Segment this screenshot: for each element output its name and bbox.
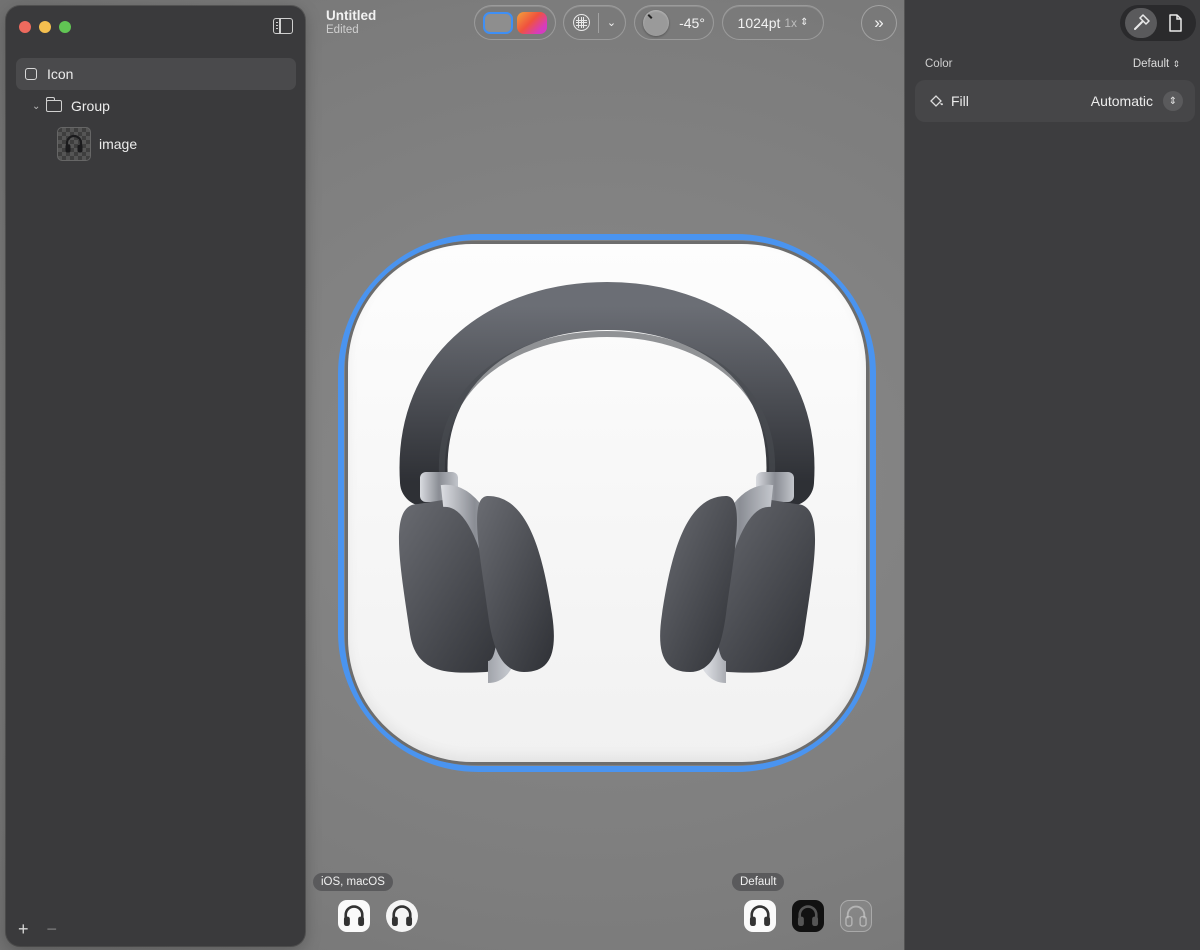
headphones-icon xyxy=(797,905,819,927)
tinted-appearance-button[interactable] xyxy=(517,11,547,34)
tab-appearance[interactable] xyxy=(1125,8,1157,38)
light-appearance-button[interactable] xyxy=(483,11,513,34)
up-down-chevron-icon: ⇕ xyxy=(1172,59,1180,69)
layer-item-group[interactable]: ⌄ Group xyxy=(16,90,296,122)
angle-value: -45° xyxy=(679,14,705,31)
light-angle-control[interactable]: -45° xyxy=(634,5,714,40)
clear-preview[interactable] xyxy=(840,900,872,932)
color-mode-value: Default xyxy=(1132,58,1170,70)
icon-canvas[interactable] xyxy=(338,234,876,772)
headphones-icon xyxy=(65,134,83,153)
ios-preview[interactable] xyxy=(338,900,370,932)
document-icon xyxy=(1169,14,1182,32)
document-status: Edited xyxy=(326,24,359,36)
image-thumbnail xyxy=(57,127,91,161)
size-value: 1024pt xyxy=(737,14,781,31)
paint-bucket-icon xyxy=(930,95,943,107)
dark-preview[interactable] xyxy=(792,900,824,932)
color-section-label: Color xyxy=(925,58,953,70)
add-layer-button[interactable]: + xyxy=(18,919,29,940)
headphones-artwork xyxy=(398,281,816,683)
fill-label: Fill xyxy=(951,93,969,109)
layer-item-icon[interactable]: Icon xyxy=(16,58,296,90)
more-toolbar-button[interactable]: » xyxy=(861,5,897,41)
appearance-chip: Default xyxy=(732,873,785,891)
double-chevron-right-icon: » xyxy=(874,13,884,32)
scale-value: 1x xyxy=(784,15,798,30)
macos-preview[interactable] xyxy=(386,900,418,932)
layer-label: image xyxy=(99,136,138,152)
canvas-size-popup[interactable]: 1024pt 1x ⇕ xyxy=(722,5,824,40)
default-preview[interactable] xyxy=(744,900,776,932)
chevron-down-icon[interactable]: ⌄ xyxy=(32,101,44,112)
rounded-square-icon xyxy=(25,68,37,80)
headphones-icon xyxy=(343,905,365,927)
fill-row: Fill Automatic ⇕ xyxy=(915,80,1195,122)
up-down-chevron-icon: ⇕ xyxy=(1168,95,1178,107)
folder-icon xyxy=(45,97,62,112)
inspector-tabs xyxy=(1120,5,1196,41)
angle-dial-icon[interactable] xyxy=(643,9,670,36)
document-title[interactable]: Untitled xyxy=(326,8,376,23)
divider xyxy=(597,12,599,33)
grid-icon[interactable] xyxy=(572,14,590,31)
platform-chip: iOS, macOS xyxy=(313,873,393,891)
chevron-down-icon[interactable]: ⌄ xyxy=(607,16,616,29)
up-down-chevron-icon: ⇕ xyxy=(800,17,809,28)
window-controls xyxy=(19,21,71,33)
headphones-icon xyxy=(391,905,413,927)
layer-item-image[interactable]: image xyxy=(16,126,296,162)
layer-sidebar: Icon ⌄ Group image + − xyxy=(6,6,305,946)
document-title-block: Untitled Edited xyxy=(326,8,376,36)
fill-stepper[interactable]: ⇕ xyxy=(1163,91,1183,111)
sidebar-toggle-icon[interactable] xyxy=(273,18,293,34)
headphones-icon xyxy=(749,905,771,927)
sidebar-footer: + − xyxy=(18,919,57,940)
headphones-icon xyxy=(845,905,867,927)
zoom-window-button[interactable] xyxy=(59,21,71,33)
appearance-switcher xyxy=(474,5,556,40)
layer-label: Icon xyxy=(47,66,74,82)
fill-value[interactable]: Automatic xyxy=(1091,93,1153,109)
color-mode-popup[interactable]: Default ⇕ xyxy=(1133,58,1180,70)
close-window-button[interactable] xyxy=(19,21,31,33)
inspector-panel: Color Default ⇕ Fill Automatic ⇕ xyxy=(905,0,1200,950)
hammer-icon xyxy=(1134,14,1150,30)
layer-label: Group xyxy=(71,98,110,114)
app-window: Icon ⌄ Group image + − Untitled Edited ⌄… xyxy=(0,0,1200,950)
remove-layer-button[interactable]: − xyxy=(47,919,58,940)
tab-document[interactable] xyxy=(1159,8,1191,38)
minimize-window-button[interactable] xyxy=(39,21,51,33)
grid-menu: ⌄ xyxy=(563,5,626,40)
